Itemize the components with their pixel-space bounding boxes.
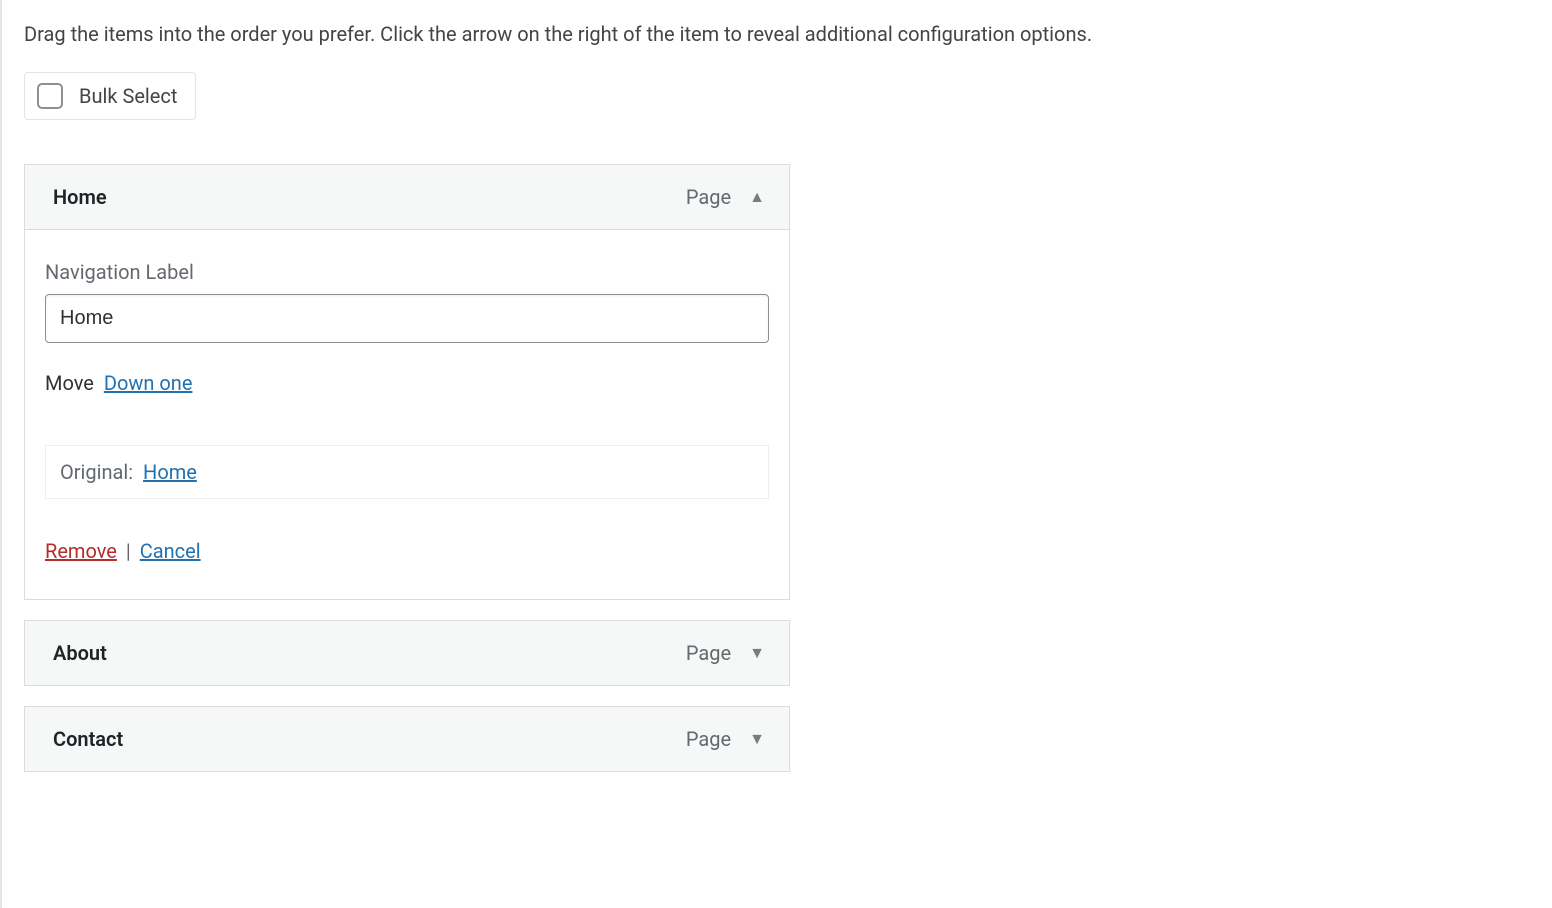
menu-item-header[interactable]: Contact Page ▼ bbox=[24, 706, 790, 772]
menu-item-settings-panel: Navigation Label Move Down one Original:… bbox=[24, 230, 790, 600]
instructions-text: Drag the items into the order you prefer… bbox=[24, 20, 1532, 48]
navigation-label-input[interactable] bbox=[45, 294, 769, 343]
remove-link[interactable]: Remove bbox=[45, 539, 117, 563]
menu-item-header[interactable]: Home Page ▲ bbox=[24, 164, 790, 230]
menu-item-contact[interactable]: Contact Page ▼ bbox=[24, 706, 790, 772]
menu-item-title: Contact bbox=[53, 727, 686, 751]
menu-item-home[interactable]: Home Page ▲ Navigation Label Move Down o… bbox=[24, 164, 790, 600]
move-label: Move bbox=[45, 371, 94, 395]
move-down-one-link[interactable]: Down one bbox=[104, 371, 193, 395]
original-box: Original: Home bbox=[45, 445, 769, 499]
menu-item-type: Page bbox=[686, 727, 731, 751]
original-prefix: Original: bbox=[60, 460, 133, 484]
menu-item-title: Home bbox=[53, 185, 686, 209]
menu-item-about[interactable]: About Page ▼ bbox=[24, 620, 790, 686]
bulk-select-label: Bulk Select bbox=[79, 84, 177, 108]
chevron-up-icon[interactable]: ▲ bbox=[749, 189, 765, 205]
original-link[interactable]: Home bbox=[143, 460, 197, 484]
navigation-label-title: Navigation Label bbox=[45, 260, 769, 284]
menu-item-type: Page bbox=[686, 185, 731, 209]
bulk-select-container: Bulk Select bbox=[24, 72, 196, 120]
menu-item-title: About bbox=[53, 641, 686, 665]
menu-items-list: Home Page ▲ Navigation Label Move Down o… bbox=[24, 164, 790, 772]
menu-item-header[interactable]: About Page ▼ bbox=[24, 620, 790, 686]
chevron-down-icon[interactable]: ▼ bbox=[749, 645, 765, 661]
separator: | bbox=[126, 539, 131, 563]
bulk-select-checkbox[interactable] bbox=[37, 83, 63, 109]
menu-item-type: Page bbox=[686, 641, 731, 665]
actions-row: Remove | Cancel bbox=[45, 539, 769, 563]
cancel-link[interactable]: Cancel bbox=[140, 539, 201, 563]
chevron-down-icon[interactable]: ▼ bbox=[749, 731, 765, 747]
move-row: Move Down one bbox=[45, 371, 769, 395]
